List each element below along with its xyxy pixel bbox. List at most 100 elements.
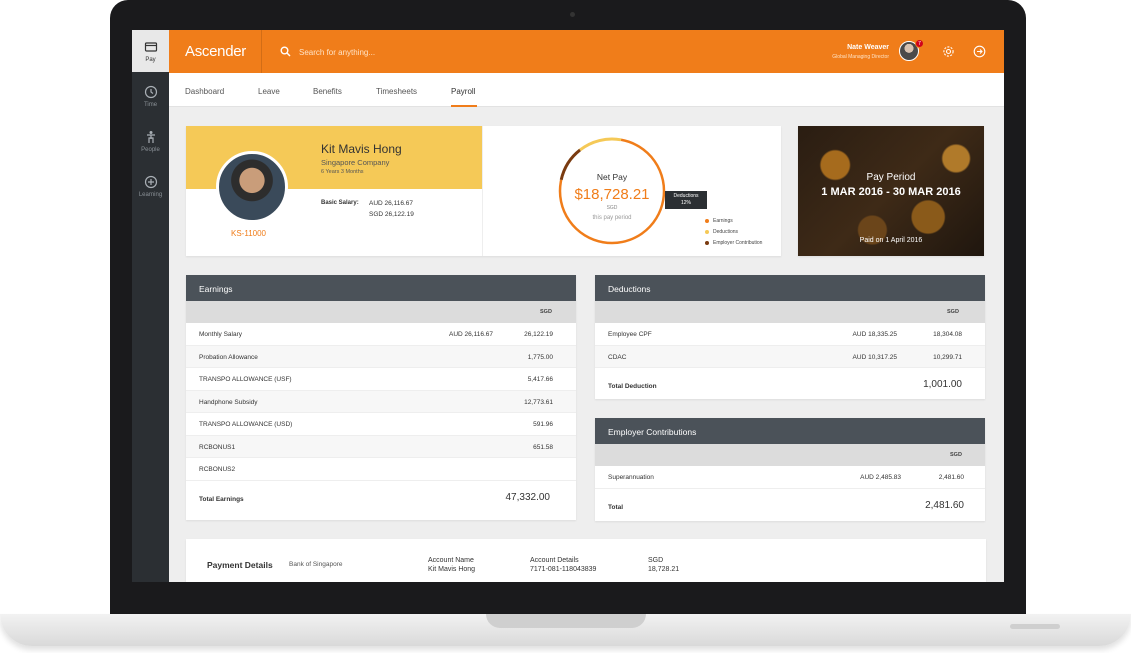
gear-icon[interactable] (942, 45, 955, 58)
contributions-total-row: Total 2,481.60 (595, 489, 985, 525)
employee-name: Kit Mavis Hong (321, 142, 402, 156)
row-label: Monthly Salary (199, 331, 242, 338)
row-sgd: 2,481.60 (938, 474, 964, 481)
person-icon (146, 130, 155, 143)
amount-value: 18,728.21 (648, 566, 680, 573)
table-row: TRANSPO ALLOWANCE (USF) 5,417.66 (186, 368, 576, 391)
row-label: Probation Allowance (199, 353, 258, 361)
salary-aud: AUD 26,116.67 (369, 200, 413, 207)
table-row: Handphone Subsidy 12,773.61 (186, 390, 576, 413)
employee-id[interactable]: KS-11000 (231, 229, 266, 238)
legend-deductions: Deductions (705, 229, 738, 235)
app-screen: Pay Time People Learning Ascender Nate W… (132, 30, 1004, 582)
bank-name: Bank of Singapore (289, 561, 343, 568)
row-sgd: 5,417.66 (527, 376, 553, 383)
profile-card: KS-11000 Kit Mavis Hong Singapore Compan… (186, 126, 781, 256)
clock-icon (144, 85, 157, 98)
table-row: RCBONUS1 651.58 (186, 435, 576, 458)
notification-badge[interactable]: 7 (915, 39, 924, 48)
row-sgd: 591.96 (533, 421, 553, 428)
row-sgd: 10,299.71 (933, 353, 962, 361)
table-row: Employee CPF AUD 18,335.25 18,304.08 (595, 323, 985, 346)
row-sgd: 26,122.19 (524, 331, 553, 338)
total-label: Total (608, 503, 624, 511)
pay-period-range: 1 MAR 2016 - 30 MAR 2016 (821, 186, 961, 198)
plus-circle-icon (144, 175, 157, 188)
row-sgd: 1,775.00 (527, 353, 553, 361)
table-header: SGD (186, 301, 576, 323)
net-pay-panel: Net Pay $18,728.21 SGD this pay period D… (482, 126, 781, 256)
total-label: Total Earnings (199, 495, 244, 503)
sidebar-item-learning[interactable]: Learning (132, 165, 169, 207)
total-value: 2,481.60 (925, 499, 964, 511)
row-aud: AUD 2,485.83 (860, 474, 901, 481)
row-sgd: 651.58 (533, 443, 553, 451)
row-sgd: 12,773.61 (524, 398, 553, 406)
deductions-table: Deductions SGD Employee CPF AUD 18,335.25… (595, 275, 985, 399)
search-icon[interactable] (280, 46, 291, 57)
tab-payroll[interactable]: Payroll (451, 87, 475, 96)
legend-employer-contribution: Employer Contribution (705, 240, 762, 246)
account-name-header: Account Name (428, 557, 474, 564)
net-pay-currency: SGD (606, 205, 618, 211)
account-details-value: 7171-081-118043839 (530, 566, 597, 573)
legend-dot (705, 219, 709, 223)
row-aud: AUD 18,335.25 (852, 331, 897, 338)
row-label: RCBONUS2 (199, 466, 236, 473)
pay-period-title: Pay Period (866, 172, 916, 183)
sidebar-item-people[interactable]: People (132, 120, 169, 162)
employee-company: Singapore Company (321, 158, 390, 167)
total-value: 47,332.00 (505, 491, 551, 503)
row-label: TRANSPO ALLOWANCE (USD) (199, 421, 293, 428)
search-input[interactable] (299, 43, 599, 61)
tooltip-value: 12% (680, 200, 691, 206)
amount-header: SGD (648, 557, 664, 564)
tab-bar: Dashboard Leave Benefits Timesheets Payr… (169, 73, 1004, 107)
tab-dashboard[interactable]: Dashboard (185, 87, 224, 96)
net-pay-subtitle: this pay period (592, 215, 632, 221)
payment-details-card: Payment Details Bank of Singapore Accoun… (186, 539, 986, 582)
sidebar-item-time[interactable]: Time (132, 75, 169, 117)
table-row: Superannuation AUD 2,485.83 2,481.60 (595, 466, 985, 489)
camera-dot (570, 12, 575, 17)
row-aud: AUD 26,116.67 (449, 331, 493, 338)
sidebar-item-pay[interactable]: Pay (132, 30, 169, 72)
sidebar-item-label: People (141, 146, 160, 153)
total-value: 1,001.00 (923, 379, 962, 390)
account-name-value: Kit Mavis Hong (428, 566, 476, 573)
pay-period-card[interactable]: Pay Period 1 MAR 2016 - 30 MAR 2016 Paid… (798, 126, 984, 256)
user-name: Nate Weaver (847, 44, 889, 51)
deductions-tooltip: Deductions 12% (665, 191, 707, 209)
row-label: CDAC (608, 353, 627, 361)
row-label: Superannuation (608, 474, 654, 481)
tab-leave[interactable]: Leave (258, 87, 280, 96)
employer-contributions-table: Employer Contributions SGD Superannuatio… (595, 418, 985, 521)
laptop-base-detail (1010, 624, 1060, 629)
tab-benefits[interactable]: Benefits (313, 87, 342, 96)
column-header-sgd: SGD (947, 309, 959, 315)
net-pay-value: $18,728.21 (574, 186, 650, 203)
row-label: TRANSPO ALLOWANCE (USF) (199, 376, 292, 383)
employee-tenure: 6 Years 3 Months (321, 169, 364, 175)
sidebar-item-label: Pay (145, 56, 156, 63)
net-pay-label: Net Pay (596, 172, 628, 182)
column-header-sgd: SGD (950, 452, 962, 458)
legend-label: Earnings (713, 218, 733, 224)
table-row: CDAC AUD 10,317.25 10,299.71 (595, 345, 985, 368)
table-header: SGD (595, 444, 985, 466)
active-tab-indicator (451, 105, 477, 107)
contributions-title: Employer Contributions (595, 418, 985, 444)
tab-timesheets[interactable]: Timesheets (376, 87, 417, 96)
legend-dot (705, 241, 709, 245)
deductions-title: Deductions (595, 275, 985, 301)
table-row: RCBONUS2 (186, 458, 576, 481)
app-logo[interactable]: Ascender (185, 43, 246, 60)
legend-label: Deductions (713, 229, 739, 235)
pay-period-paid-date: Paid on 1 April 2016 (859, 237, 923, 244)
logout-icon[interactable] (973, 45, 986, 58)
tooltip-label: Deductions (673, 193, 699, 199)
sidebar: Pay Time People Learning (132, 30, 169, 582)
table-row: TRANSPO ALLOWANCE (USD) 591.96 (186, 413, 576, 436)
sidebar-item-label: Learning (138, 191, 163, 198)
user-role: Global Managing Director (832, 54, 889, 60)
